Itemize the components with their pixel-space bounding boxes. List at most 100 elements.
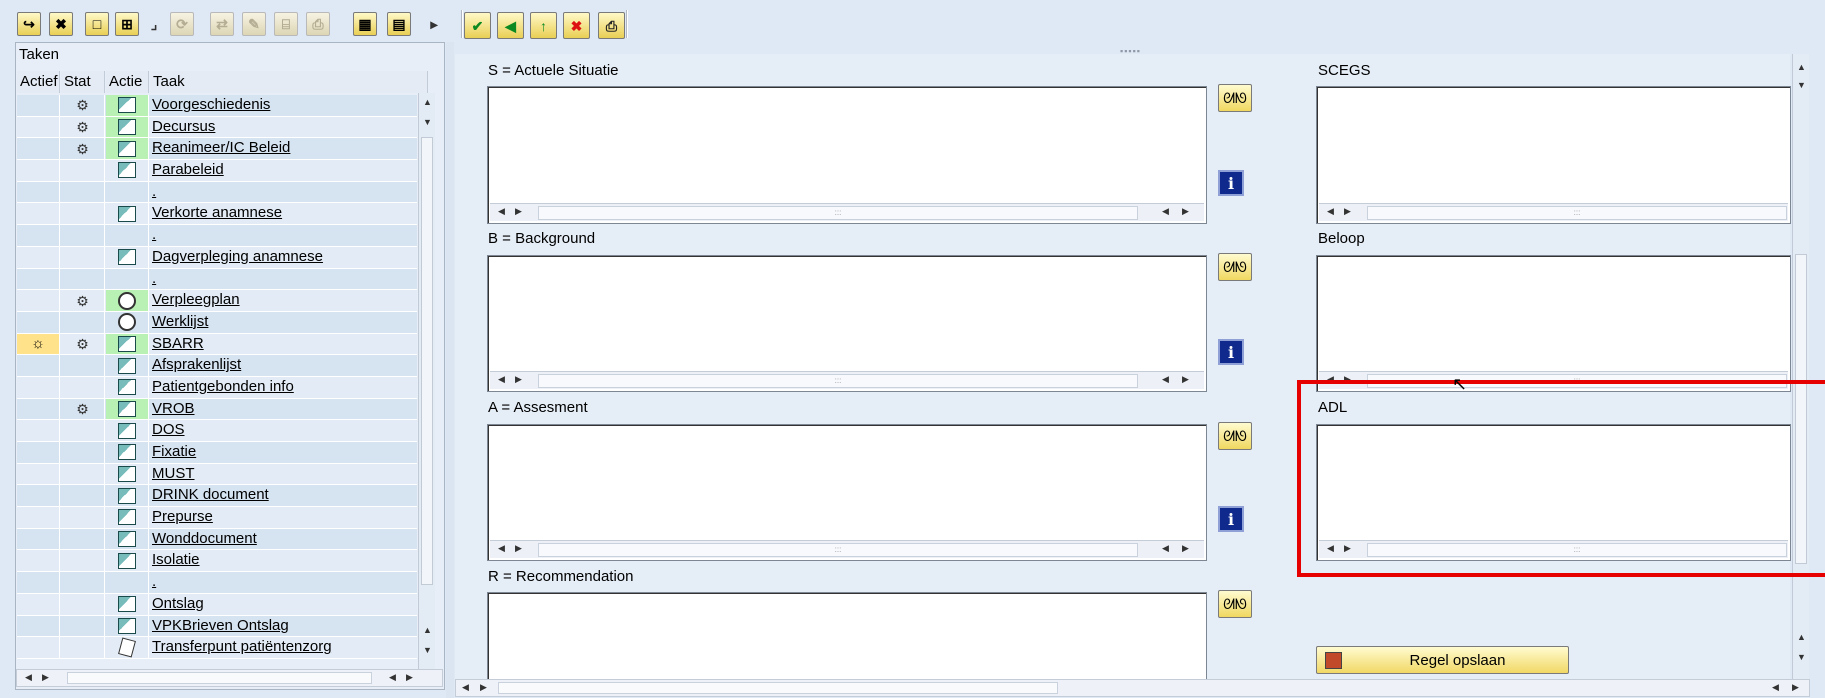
actief-cell[interactable] <box>17 116 60 138</box>
scroll-down-icon[interactable]: ▼ <box>1793 80 1810 90</box>
actie-cell[interactable] <box>106 550 149 572</box>
actief-cell[interactable] <box>17 311 60 333</box>
col-taak[interactable]: Taak <box>150 71 428 93</box>
actie-cell[interactable] <box>106 203 149 225</box>
task-link[interactable]: Parabeleid <box>150 160 417 181</box>
task-link[interactable]: DRINK document <box>150 485 417 506</box>
blank-page-icon[interactable]: □ <box>85 12 109 36</box>
table-row[interactable]: ⚙ Verpleegplan <box>17 290 417 312</box>
scroll-left-icon[interactable]: ◀ <box>498 543 505 554</box>
actief-cell[interactable] <box>17 290 60 311</box>
task-link[interactable]: . <box>150 269 417 290</box>
table-row[interactable]: MUST <box>17 463 417 486</box>
scroll-down-icon[interactable]: ▼ <box>1793 652 1810 662</box>
hscroll-thumb[interactable]: ::: <box>538 543 1138 557</box>
a-textarea[interactable]: ◀ ▶ ::: ◀ ▶ <box>487 424 1207 561</box>
table-icon[interactable]: ▦ <box>353 12 377 36</box>
task-link[interactable]: Isolatie <box>150 550 417 571</box>
actief-cell[interactable] <box>17 95 60 116</box>
task-link[interactable]: Ontslag <box>150 594 417 615</box>
scroll-right-icon[interactable]: ▶ <box>406 672 413 683</box>
table-row[interactable]: VPKBrieven Ontslag <box>17 615 417 638</box>
scegs-hscroll[interactable]: ◀ ▶ ::: <box>1319 203 1788 221</box>
actie-cell[interactable] <box>106 225 149 246</box>
a-hscroll[interactable]: ◀ ▶ ::: ◀ ▶ <box>490 540 1204 558</box>
table-row[interactable]: . <box>17 572 417 594</box>
scroll-right-icon[interactable]: ▶ <box>480 682 487 693</box>
scroll-left-icon[interactable]: ◀ <box>1162 374 1169 385</box>
scroll-thumb[interactable] <box>421 137 433 585</box>
actie-cell[interactable] <box>106 615 149 637</box>
actief-cell[interactable] <box>17 593 60 615</box>
table-row[interactable]: Patientgebonden info <box>17 376 417 399</box>
scroll-right-icon[interactable]: ▶ <box>1344 206 1351 217</box>
scroll-down-icon[interactable]: ▼ <box>419 117 436 127</box>
actief-cell[interactable] <box>17 637 60 658</box>
hscroll-thumb[interactable]: ::: <box>1367 206 1787 220</box>
task-link[interactable]: Verkorte anamnese <box>150 203 417 224</box>
scroll-up-icon[interactable]: ▲ <box>419 97 436 107</box>
s-hscroll[interactable]: ◀ ▶ ::: ◀ ▶ <box>490 203 1204 221</box>
panel-splitter[interactable] <box>446 42 454 698</box>
task-link[interactable]: Transferpunt patiëntenzorg <box>150 637 417 658</box>
actie-cell[interactable] <box>106 116 149 138</box>
actie-cell[interactable] <box>106 246 149 268</box>
scroll-right-icon[interactable]: ▶ <box>515 543 522 554</box>
actief-cell[interactable] <box>17 550 60 572</box>
task-link[interactable]: Voorgeschiedenis <box>150 95 417 116</box>
actie-cell[interactable] <box>106 138 149 160</box>
print-button[interactable]: ⎙ <box>598 12 625 39</box>
actief-cell[interactable] <box>17 203 60 225</box>
grid-star-icon[interactable]: ⊞ <box>115 12 139 36</box>
main-vscroll[interactable]: ▲ ▼ ▲ ▼ <box>1792 54 1809 682</box>
layout-icon[interactable]: ▤ <box>387 12 411 36</box>
table-row[interactable]: . <box>17 268 417 291</box>
task-link[interactable]: Patientgebonden info <box>150 377 417 398</box>
scroll-right-icon[interactable]: ▶ <box>1792 682 1799 693</box>
r-textarea[interactable] <box>487 592 1207 682</box>
cancel-button[interactable]: ✖ <box>563 12 590 39</box>
a-info-button[interactable]: i <box>1218 506 1244 532</box>
main-hscroll[interactable]: ◀ ▶ ◀ ▶ <box>455 679 1810 697</box>
actie-cell[interactable] <box>106 593 149 615</box>
table-row[interactable]: ⚙ Voorgeschiedenis <box>17 95 417 117</box>
actie-cell[interactable] <box>106 463 149 485</box>
scroll-right-icon[interactable]: ▶ <box>42 672 49 683</box>
actief-cell[interactable] <box>17 615 60 637</box>
table-row[interactable]: Parabeleid <box>17 160 417 182</box>
actie-cell[interactable] <box>106 528 149 550</box>
task-link[interactable]: Afsprakenlijst <box>150 355 417 376</box>
task-link[interactable]: Verpleegplan <box>150 290 417 311</box>
table-row[interactable]: ☼ ⚙ SBARR <box>17 333 417 356</box>
b-hscroll[interactable]: ◀ ▶ ::: ◀ ▶ <box>490 371 1204 389</box>
table-row[interactable]: DRINK document <box>17 485 417 508</box>
table-row[interactable]: Transferpunt patiëntenzorg <box>17 637 417 659</box>
exit-button[interactable]: ↑ <box>530 12 557 39</box>
b-glasses-button[interactable]: ᘛᘚ <box>1218 253 1252 281</box>
scroll-left-icon[interactable]: ◀ <box>1772 682 1779 693</box>
task-link[interactable]: VPKBrieven Ontslag <box>150 616 417 637</box>
actie-cell[interactable] <box>106 507 149 528</box>
actief-cell[interactable] <box>17 485 60 507</box>
table-row[interactable]: ⚙ VROB <box>17 398 417 421</box>
actief-cell[interactable] <box>17 181 60 203</box>
task-link[interactable]: MUST <box>150 464 417 485</box>
col-actie[interactable]: Actie <box>106 71 149 93</box>
col-actief[interactable]: Actief <box>17 71 60 93</box>
table-row[interactable]: . <box>17 225 417 247</box>
scroll-right-icon[interactable]: ▶ <box>1182 543 1189 554</box>
back-button[interactable]: ◀ <box>497 12 524 39</box>
actief-cell[interactable] <box>17 268 60 290</box>
more-icon[interactable]: ▸ <box>428 12 440 36</box>
actie-cell[interactable] <box>106 420 149 441</box>
hscroll-thumb[interactable]: ::: <box>538 206 1138 220</box>
scroll-up-icon[interactable]: ▲ <box>1793 62 1810 72</box>
table-row[interactable]: Wonddocument <box>17 528 417 551</box>
scroll-up-icon[interactable]: ▲ <box>419 625 436 635</box>
actief-cell[interactable] <box>17 442 60 463</box>
s-textarea[interactable]: ◀ ▶ ::: ◀ ▶ <box>487 86 1207 224</box>
task-link[interactable]: VROB <box>150 399 417 420</box>
actie-cell[interactable] <box>106 268 149 290</box>
task-link[interactable]: Prepurse <box>150 507 417 528</box>
actie-cell[interactable] <box>106 398 149 420</box>
